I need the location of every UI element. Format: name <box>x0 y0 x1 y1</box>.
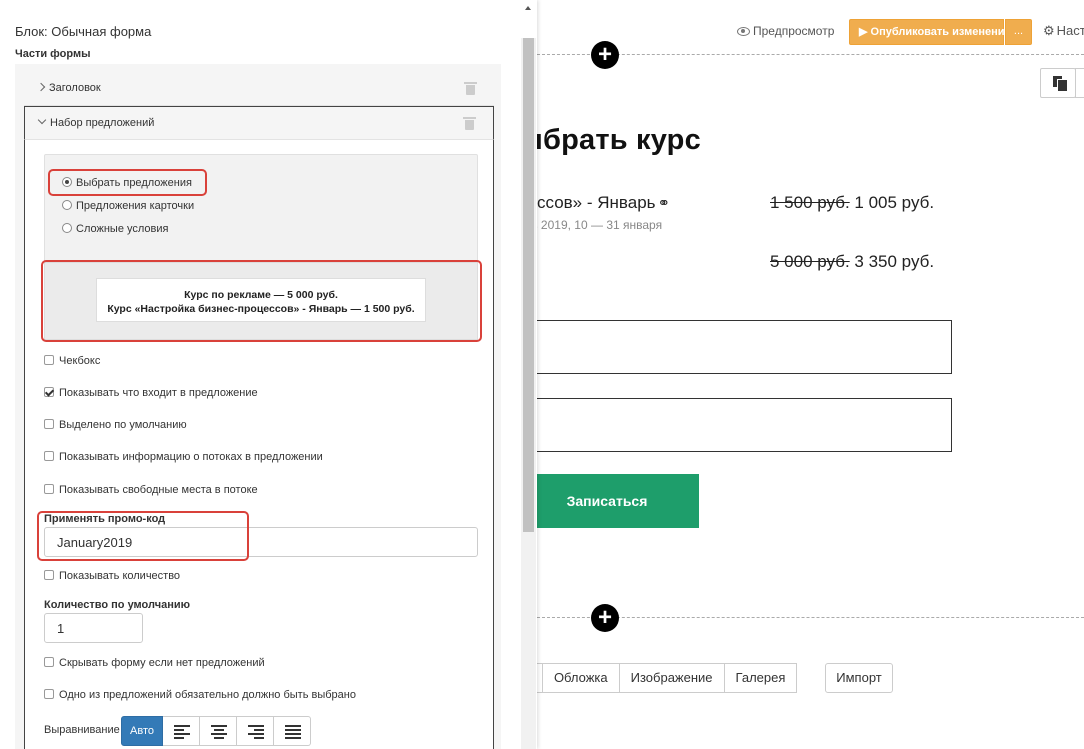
import-button[interactable]: Импорт <box>825 663 893 693</box>
align-right-button[interactable] <box>237 716 274 746</box>
highlight-annotation <box>37 511 249 561</box>
checkbox[interactable] <box>44 484 54 494</box>
scroll-up-icon[interactable] <box>525 6 531 10</box>
align-justify-icon <box>285 725 301 739</box>
offer-price: 5 000 руб. 3 350 руб. <box>770 252 934 272</box>
tab-image[interactable]: Изображение <box>619 663 725 693</box>
add-block-tabs: м Обложка Изображение Галерея <box>510 663 798 693</box>
section-label: Части формы <box>15 48 91 60</box>
offer-price: 1 500 руб. 1 005 руб. <box>770 193 934 213</box>
checkbox-show-free-places[interactable]: Показывать свободные места в потоке <box>44 484 258 496</box>
form-input-field[interactable] <box>520 398 952 452</box>
offer-name: цессов» - Январь ⚭ <box>518 193 671 212</box>
align-auto-button[interactable]: Авто <box>121 716 163 746</box>
align-justify-button[interactable] <box>274 716 311 746</box>
align-center-icon <box>211 725 227 739</box>
add-block-bottom-button[interactable]: + <box>591 604 619 632</box>
add-block-top-button[interactable]: + <box>591 41 619 69</box>
form-title: ыбрать курс <box>518 124 701 156</box>
link-icon: ⚭ <box>657 195 671 212</box>
preview-link[interactable]: Предпросмотр <box>737 24 834 38</box>
radio-button[interactable] <box>62 200 72 210</box>
eye-icon <box>737 27 750 36</box>
default-quantity-label: Количество по умолчанию <box>44 599 191 611</box>
form-part-offers[interactable]: Набор предложений <box>24 106 494 140</box>
checkbox-show-streams[interactable]: Показывать информацию о потоках в предло… <box>44 451 323 463</box>
block-settings-panel: Блок: Обычная форма Части формы Заголово… <box>0 0 537 749</box>
chevron-down-icon <box>37 115 47 125</box>
alignment-group: Авто <box>121 716 311 746</box>
checkbox[interactable] <box>44 451 54 461</box>
block-divider-bottom <box>537 617 1084 618</box>
highlight-annotation <box>48 169 207 196</box>
checkbox-show-included[interactable]: Показывать что входит в предложение <box>44 387 258 399</box>
tab-gallery[interactable]: Галерея <box>724 663 798 693</box>
form-part-header[interactable]: Заголовок <box>24 72 494 106</box>
checkbox[interactable] <box>44 419 54 429</box>
scrollbar-thumb[interactable] <box>523 38 534 532</box>
copy-block-button[interactable] <box>1040 68 1076 98</box>
radio-complex-conditions[interactable]: Сложные условия <box>62 223 168 235</box>
tab-cover[interactable]: Обложка <box>542 663 620 693</box>
trash-icon[interactable] <box>464 82 477 95</box>
old-price: 5 000 руб. <box>770 252 850 271</box>
offer-dates: арь 2019, 10 — 31 января <box>518 218 663 232</box>
new-price: 3 350 руб. <box>854 252 935 271</box>
checkbox-offer-required[interactable]: Одно из предложений обязательно должно б… <box>44 689 356 701</box>
checkbox-checkbox[interactable]: Чекбокс <box>44 355 100 367</box>
submit-button[interactable]: Записаться <box>537 474 699 528</box>
checkbox[interactable] <box>44 387 54 397</box>
align-left-icon <box>174 725 190 739</box>
checkbox-show-quantity[interactable]: Показывать количество <box>44 570 180 582</box>
publish-button[interactable]: ▶ Опубликовать изменения <box>849 19 1011 45</box>
form-input-field[interactable] <box>520 320 952 374</box>
block-divider-top <box>537 54 1084 55</box>
trash-icon[interactable] <box>463 117 476 130</box>
chevron-right-icon <box>36 82 46 92</box>
settings-link[interactable]: ⚙ Наст <box>1043 23 1084 39</box>
alignment-label: Выравнивание <box>44 724 120 736</box>
copy-icon <box>1053 76 1067 91</box>
radio-button[interactable] <box>62 223 72 233</box>
checkbox-selected-default[interactable]: Выделено по умолчанию <box>44 419 187 431</box>
block-action-button[interactable] <box>1075 68 1084 98</box>
highlight-annotation <box>41 260 482 342</box>
align-left-button[interactable] <box>163 716 200 746</box>
panel-title: Блок: Обычная форма <box>15 24 152 39</box>
new-price: 1 005 руб. <box>854 193 935 212</box>
checkbox[interactable] <box>44 355 54 365</box>
radio-card-offers[interactable]: Предложения карточки <box>62 200 194 212</box>
align-center-button[interactable] <box>200 716 237 746</box>
checkbox[interactable] <box>44 657 54 667</box>
checkbox[interactable] <box>44 570 54 580</box>
publish-more-button[interactable]: ... <box>1005 19 1032 45</box>
checkbox-hide-form[interactable]: Скрывать форму если нет предложений <box>44 657 265 669</box>
checkbox[interactable] <box>44 689 54 699</box>
old-price: 1 500 руб. <box>770 193 850 212</box>
align-right-icon <box>248 725 264 739</box>
gear-icon: ⚙ <box>1043 23 1055 38</box>
default-quantity-input[interactable] <box>44 613 143 643</box>
